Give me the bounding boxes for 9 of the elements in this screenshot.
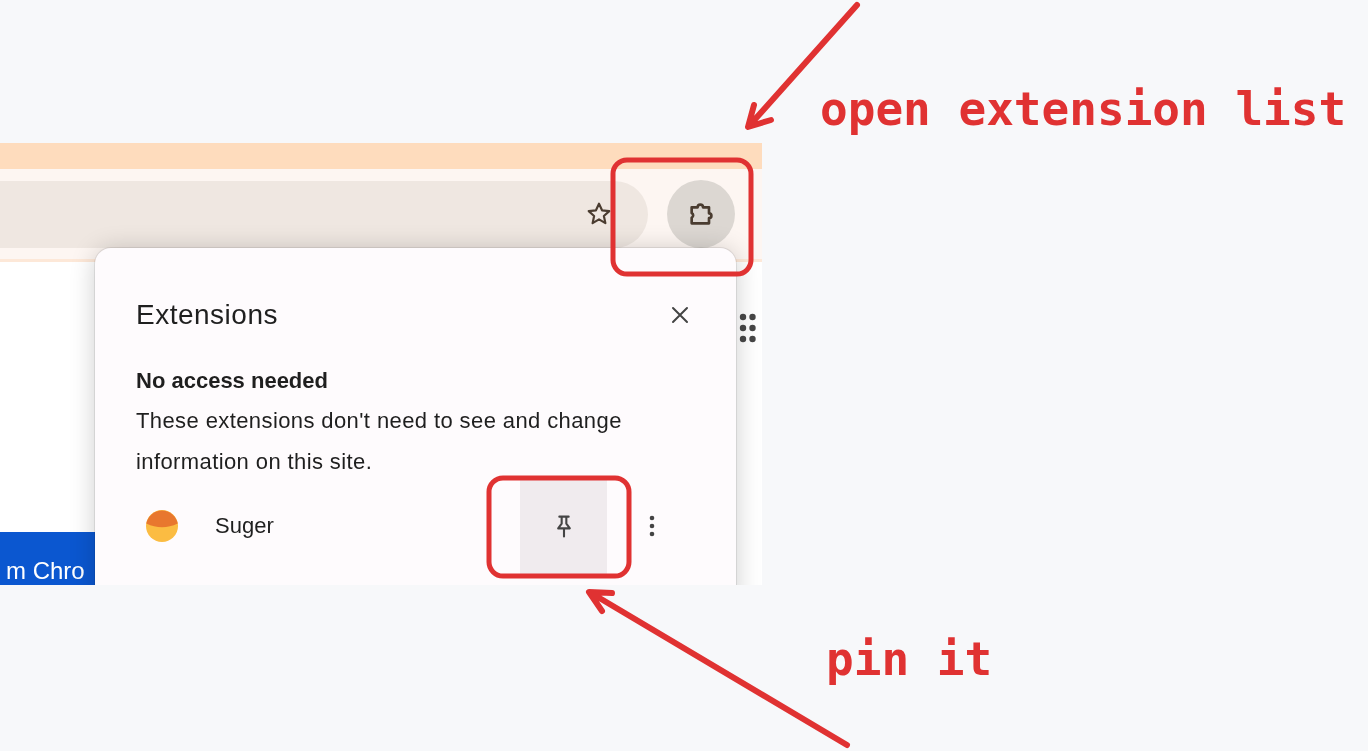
more-icon — [649, 514, 655, 538]
star-icon[interactable] — [586, 201, 612, 227]
section-description: These extensions don't need to see and change information on this site. — [136, 407, 623, 476]
dots-grid-icon[interactable] — [739, 313, 757, 343]
extension-logo-icon — [146, 510, 178, 542]
popup-title: Extensions — [136, 298, 278, 332]
extension-name: Suger — [215, 512, 275, 540]
pin-button[interactable] — [520, 478, 607, 574]
section-heading: No access needed — [136, 367, 329, 395]
